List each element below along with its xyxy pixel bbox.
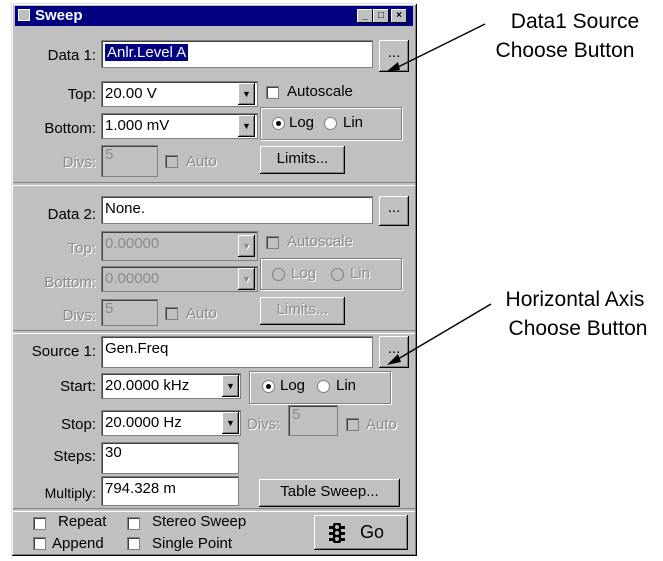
- arrow-line: [392, 303, 492, 363]
- annotation-arrows: [386, 23, 492, 365]
- arrow-line: [391, 23, 486, 71]
- arrow-head: [386, 62, 400, 72]
- arrow-head: [387, 354, 401, 365]
